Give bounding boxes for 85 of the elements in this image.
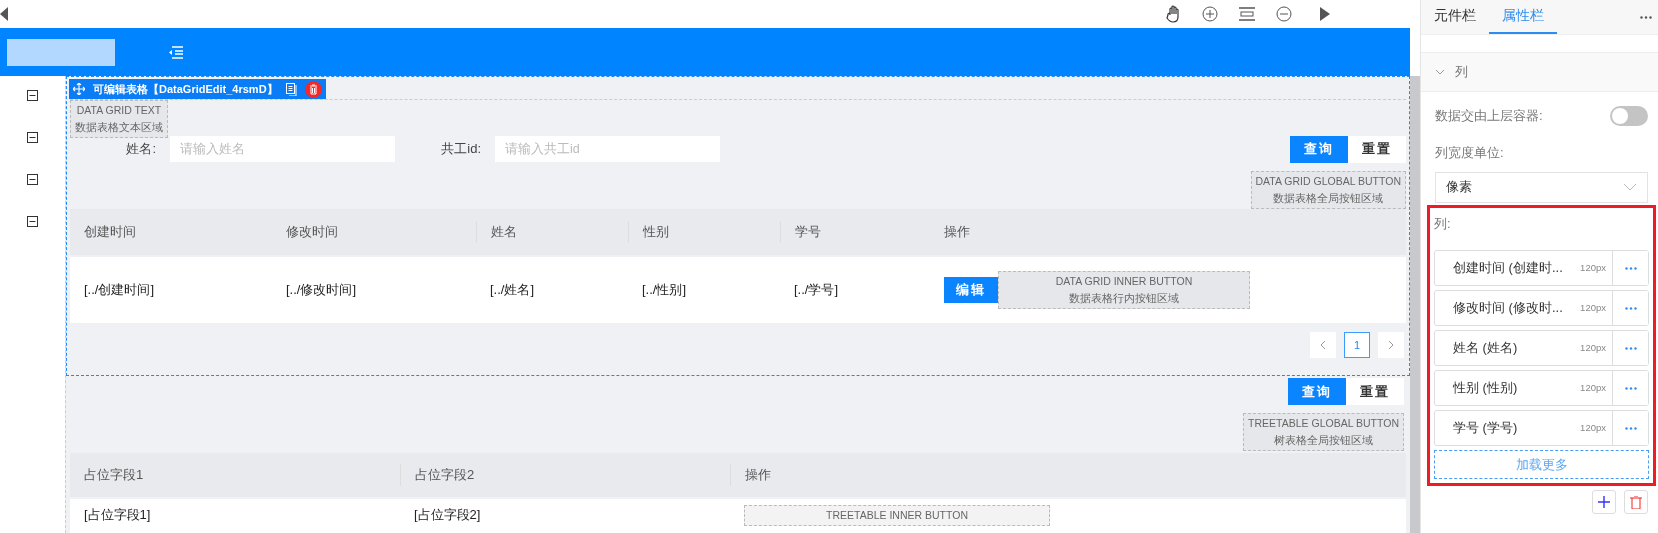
column-header: 占位字段1 bbox=[83, 466, 145, 485]
input-field[interactable]: 请输入共工id bbox=[495, 136, 720, 162]
trash-icon bbox=[1630, 495, 1642, 509]
table-cell-text: [../性别] bbox=[641, 281, 688, 300]
column-width: 120px bbox=[1580, 380, 1607, 395]
collapse-icon[interactable] bbox=[27, 132, 38, 143]
text-area-placeholder: DATA GRID TEXT 数据表格文本区域 bbox=[70, 100, 168, 138]
column-header: 性别 bbox=[628, 221, 780, 243]
more-icon bbox=[1624, 426, 1637, 430]
field-label: 列: bbox=[1434, 214, 1452, 233]
scrollbar[interactable] bbox=[1410, 76, 1420, 533]
edit-button[interactable]: 编辑 bbox=[944, 277, 998, 303]
component-label: 可编辑表格【DataGridEdit_4rsmD】 bbox=[93, 81, 278, 97]
panel-tab[interactable]: 元件栏 bbox=[1421, 0, 1489, 34]
field-label: 列宽度单位: bbox=[1434, 144, 1505, 162]
search-button[interactable]: 查询 bbox=[1290, 135, 1348, 163]
column-header: 学号 bbox=[780, 221, 930, 243]
field-label: 姓名: bbox=[125, 140, 157, 159]
column-name: 修改时间 (修改时... bbox=[1452, 299, 1564, 318]
page-button[interactable]: 1 bbox=[1344, 332, 1370, 358]
input-field[interactable]: 请输入姓名 bbox=[170, 136, 395, 162]
column-width: 120px bbox=[1580, 420, 1607, 435]
table-cell-text: [../修改时间] bbox=[285, 281, 358, 300]
copy-icon[interactable] bbox=[285, 82, 297, 96]
more-icon bbox=[1624, 386, 1637, 390]
zoom-in-icon[interactable] bbox=[1202, 6, 1218, 22]
inner-button-area: DATA GRID INNER BUTTON 数据表格行内按钮区域 bbox=[998, 271, 1250, 309]
add-button[interactable] bbox=[1592, 490, 1616, 514]
global-button-area: DATA GRID GLOBAL BUTTON 数据表格全局按钮区域 bbox=[1250, 171, 1406, 209]
global-button-area: TREETABLE GLOBAL BUTTON 树表格全局按钮区域 bbox=[1243, 413, 1404, 451]
collapse-icon[interactable] bbox=[27, 90, 38, 101]
more-icon bbox=[1624, 306, 1637, 310]
column-item[interactable]: 学号 (学号) 120px bbox=[1434, 410, 1649, 446]
chevron-down-icon bbox=[1623, 183, 1637, 191]
field-label: 共工id: bbox=[440, 140, 482, 159]
column-width: 120px bbox=[1580, 260, 1607, 275]
play-icon[interactable] bbox=[1320, 7, 1330, 21]
column-item[interactable]: 修改时间 (修改时... 120px bbox=[1434, 290, 1649, 326]
hand-icon[interactable] bbox=[1166, 5, 1182, 23]
column-name: 创建时间 (创建时... bbox=[1452, 259, 1564, 278]
move-icon[interactable] bbox=[73, 83, 85, 95]
column-width: 120px bbox=[1580, 300, 1607, 315]
delete-button[interactable] bbox=[1624, 490, 1648, 514]
more-icon[interactable] bbox=[1640, 16, 1652, 19]
column-name: 姓名 (姓名) bbox=[1452, 339, 1519, 358]
fit-icon[interactable] bbox=[1238, 7, 1256, 21]
collapse-icon[interactable] bbox=[27, 174, 38, 185]
reset-button[interactable]: 重置 bbox=[1346, 378, 1404, 405]
toggle-label: 数据交由上层容器: bbox=[1435, 107, 1543, 126]
zoom-out-icon[interactable] bbox=[1276, 6, 1292, 22]
trash-icon[interactable] bbox=[304, 80, 322, 98]
table-cell-text: [../学号] bbox=[793, 281, 840, 300]
chevron-down-icon[interactable] bbox=[1435, 69, 1445, 75]
chevron-left-icon bbox=[1320, 340, 1326, 350]
more-icon bbox=[1624, 266, 1637, 270]
select-field[interactable]: 像素 bbox=[1435, 171, 1648, 203]
column-header: 操作 bbox=[943, 223, 971, 242]
column-header: 创建时间 bbox=[83, 223, 137, 242]
reset-button[interactable]: 重置 bbox=[1348, 135, 1406, 163]
column-item[interactable]: 创建时间 (创建时... 120px bbox=[1434, 250, 1649, 286]
select-value: 像素 bbox=[1446, 178, 1472, 197]
table-cell-text: [占位字段1] bbox=[83, 506, 152, 524]
collapse-icon[interactable] bbox=[27, 216, 38, 227]
toggle-switch[interactable] bbox=[1610, 106, 1648, 126]
column-name: 学号 (学号) bbox=[1452, 419, 1519, 438]
table-cell-text: [../创建时间] bbox=[83, 281, 156, 300]
inner-button-area: TREETABLE INNER BUTTON bbox=[744, 505, 1050, 526]
column-header: 修改时间 bbox=[285, 223, 339, 242]
column-header: 操作 bbox=[730, 464, 1130, 486]
plus-icon bbox=[1598, 496, 1610, 508]
section-title: 列 bbox=[1455, 63, 1468, 82]
search-button[interactable]: 查询 bbox=[1288, 378, 1346, 405]
table-cell-text: [../姓名] bbox=[489, 281, 536, 300]
chevron-right-icon bbox=[1388, 340, 1394, 350]
table-cell-text: [占位字段2] bbox=[413, 506, 482, 524]
column-item[interactable]: 性别 (性别) 120px bbox=[1434, 370, 1649, 406]
data-grid-frame[interactable] bbox=[66, 76, 1410, 376]
left-arrow-icon[interactable] bbox=[0, 7, 8, 21]
column-name: 性别 (性别) bbox=[1452, 379, 1519, 398]
menu-icon[interactable] bbox=[167, 45, 183, 59]
column-item[interactable]: 姓名 (姓名) 120px bbox=[1434, 330, 1649, 366]
column-header: 姓名 bbox=[476, 221, 628, 243]
more-icon bbox=[1624, 346, 1637, 350]
column-header: 占位字段2 bbox=[400, 464, 730, 486]
column-width: 120px bbox=[1580, 340, 1607, 355]
